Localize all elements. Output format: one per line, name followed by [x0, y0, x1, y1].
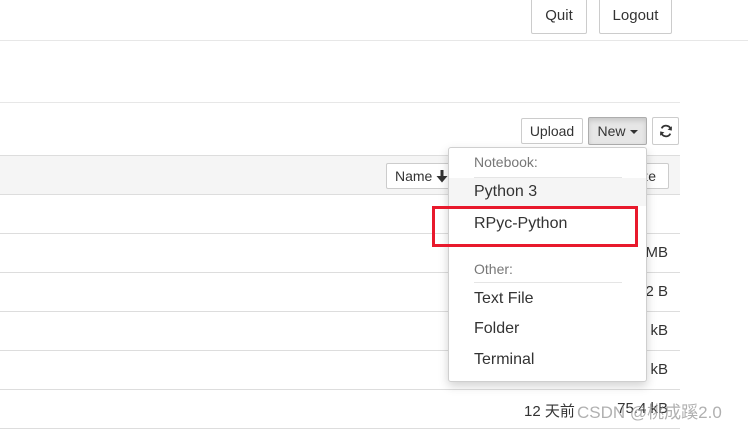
- sort-by-name-button[interactable]: Name: [386, 163, 456, 189]
- file-size: 2 B: [645, 283, 668, 300]
- caret-down-icon: [629, 130, 638, 134]
- arrow-down-icon: [436, 169, 448, 182]
- refresh-icon: [659, 124, 672, 138]
- upload-label: Upload: [529, 123, 575, 139]
- upload-button[interactable]: Upload: [521, 118, 583, 144]
- new-button[interactable]: New: [588, 117, 647, 145]
- header-divider: [0, 40, 748, 41]
- menu-item-label: Text File: [474, 290, 534, 307]
- menu-item-terminal[interactable]: Terminal: [449, 346, 646, 374]
- quit-button[interactable]: Quit: [531, 0, 587, 34]
- other-section-header: Other:: [474, 261, 513, 277]
- menu-divider: [474, 282, 622, 283]
- file-modified: 12 天前: [524, 403, 575, 420]
- notebook-section-header: Notebook:: [474, 154, 538, 170]
- file-size: kB: [650, 322, 668, 339]
- logout-button[interactable]: Logout: [599, 0, 672, 34]
- file-size: kB: [650, 361, 668, 378]
- menu-item-text-file[interactable]: Text File: [449, 285, 646, 313]
- menu-item-folder[interactable]: Folder: [449, 315, 646, 343]
- menu-item-label: Python 3: [474, 183, 538, 200]
- menu-item-python3[interactable]: Python 3: [449, 178, 646, 206]
- refresh-button[interactable]: [652, 117, 679, 145]
- new-dropdown-menu: Notebook: Python 3 RPyc-Python Other: Te…: [448, 147, 647, 382]
- file-size: MB: [645, 244, 669, 261]
- breadcrumb-divider: [0, 102, 680, 103]
- menu-item-label: Terminal: [474, 351, 535, 368]
- menu-item-label: Folder: [474, 320, 520, 337]
- name-column-label: Name: [395, 168, 433, 184]
- highlight-annotation-box: [432, 206, 638, 247]
- watermark: CSDN @桃成蹊2.0: [577, 403, 722, 422]
- new-label: New: [597, 123, 626, 139]
